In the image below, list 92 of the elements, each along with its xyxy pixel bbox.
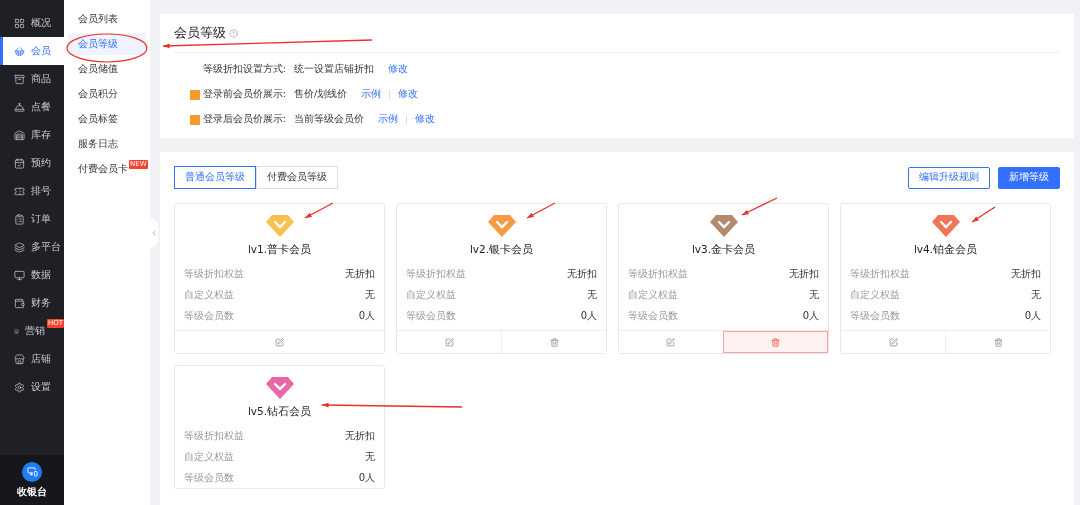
benefit-label: 等级会员数 (184, 308, 234, 323)
setting-label: 登录前会员价展示: (202, 88, 286, 101)
setting-link[interactable]: 示例 (378, 113, 398, 126)
benefit-label: 等级折扣权益 (850, 266, 910, 281)
benefit-value: 无折扣 (345, 428, 375, 443)
sidebar-label: 排号 (31, 184, 51, 198)
setting-label: 登录后会员价展示: (202, 113, 286, 126)
benefit-value: 0人 (802, 308, 819, 323)
benefit-value: 无 (587, 287, 597, 302)
sidebar-item[interactable]: 数据 (0, 261, 64, 289)
sidebar-label: 多平台 (31, 240, 61, 254)
sidebar-label: 点餐 (31, 100, 51, 114)
cashier-label: 收银台 (17, 484, 47, 499)
submenu-label: 会员储值 (78, 62, 118, 76)
benefit-value: 0人 (580, 308, 597, 323)
benefit-value: 0人 (1024, 308, 1041, 323)
benefit-label: 等级会员数 (406, 308, 456, 323)
benefit-value: 无 (809, 287, 819, 302)
level-tab[interactable]: 付费会员等级 (256, 166, 338, 189)
benefit-value: 0人 (358, 470, 375, 485)
submenu-label: 会员等级 (78, 37, 118, 51)
sidebar-item[interactable]: 概况 (0, 9, 64, 37)
benefit-label: 等级折扣权益 (406, 266, 466, 281)
setting-link[interactable]: 修改 (388, 63, 408, 76)
submenu-item[interactable]: 会员积分 (68, 83, 146, 105)
submenu-label: 付费会员卡 (78, 162, 128, 176)
sidebar-item[interactable]: 预约 (0, 149, 64, 177)
benefit-label: 自定义权益 (184, 287, 234, 302)
sidebar-label: 财务 (31, 296, 51, 310)
setting-value: 当前等级会员价 (294, 113, 364, 126)
add-level-button[interactable]: 新增等级 (998, 166, 1060, 189)
benefit-value: 无折扣 (567, 266, 597, 281)
submenu-item[interactable]: 服务日志 (68, 133, 146, 155)
sidebar-item[interactable]: 排号 (0, 177, 64, 205)
sidebar-label: 营销 (24, 324, 45, 338)
submenu-item[interactable]: 会员标签 (68, 108, 146, 130)
sidebar-label: 店铺 (31, 352, 51, 366)
level-tab[interactable]: 普通会员等级 (174, 166, 256, 189)
sidebar-label: 库存 (31, 128, 51, 142)
benefit-label: 等级会员数 (184, 470, 234, 485)
sidebar-label: 数据 (31, 268, 51, 282)
submenu-label: 会员列表 (78, 12, 118, 26)
sidebar-item[interactable]: 会员 (0, 37, 64, 65)
benefit-label: 自定义权益 (406, 287, 456, 302)
benefit-value: 无折扣 (345, 266, 375, 281)
sidebar-item[interactable]: 财务 (0, 289, 64, 317)
setting-link[interactable]: 修改 (415, 113, 435, 126)
level-name: lv3.金卡会员 (691, 243, 756, 257)
level-name: lv2.银卡会员 (469, 243, 534, 257)
benefit-label: 自定义权益 (628, 287, 678, 302)
setting-value: 统一设置店铺折扣 (294, 63, 374, 76)
benefit-label: 自定义权益 (850, 287, 900, 302)
setting-link[interactable]: 示例 (361, 88, 382, 101)
sidebar-item[interactable]: 库存 (0, 121, 64, 149)
sidebar-item[interactable]: 店铺 (0, 345, 64, 373)
submenu-item[interactable]: 会员储值 (68, 58, 146, 80)
sidebar-label: 设置 (31, 380, 51, 394)
submenu-item[interactable]: 会员等级 (68, 33, 146, 55)
benefit-label: 等级折扣权益 (184, 428, 244, 443)
sidebar-label: 概况 (31, 16, 51, 30)
submenu-item[interactable]: 会员列表 (68, 8, 146, 30)
sidebar-label: 商品 (31, 72, 51, 86)
benefit-label: 等级会员数 (628, 308, 678, 323)
setting-label: 等级折扣设置方式: (202, 63, 286, 76)
benefit-label: 等级会员数 (850, 308, 900, 323)
submenu-label: 会员积分 (78, 87, 118, 101)
sidebar-item[interactable]: 设置 (0, 373, 64, 401)
sidebar-label: 订单 (31, 212, 51, 226)
benefit-value: 无 (1031, 287, 1041, 302)
benefit-label: 等级折扣权益 (628, 266, 688, 281)
benefit-value: 0人 (358, 308, 375, 323)
sidebar-label: 会员 (31, 44, 51, 58)
level-name: lv1.普卡会员 (247, 243, 312, 257)
level-name: lv5.钻石会员 (247, 405, 312, 419)
sidebar-item[interactable]: 点餐 (0, 93, 64, 121)
benefit-label: 自定义权益 (184, 449, 234, 464)
sidebar-item[interactable]: 商品 (0, 65, 64, 93)
sidebar-label: 预约 (31, 156, 51, 170)
benefit-value: 无折扣 (789, 266, 819, 281)
level-name: lv4.铂金会员 (913, 243, 978, 257)
sidebar-item[interactable]: 订单 (0, 205, 64, 233)
submenu-label: 会员标签 (78, 112, 118, 126)
benefit-value: 无 (365, 449, 375, 464)
sidebar-item[interactable]: 多平台 (0, 233, 64, 261)
benefit-value: 无折扣 (1011, 266, 1041, 281)
setting-value: 售价/划线价 (294, 88, 348, 101)
benefit-value: 无 (365, 287, 375, 302)
edit-rules-button[interactable]: 编辑升级规则 (908, 166, 990, 189)
page-title: 会员等级 (174, 24, 226, 42)
setting-link[interactable]: 修改 (398, 88, 419, 101)
submenu-label: 服务日志 (78, 137, 118, 151)
benefit-label: 等级折扣权益 (184, 266, 244, 281)
